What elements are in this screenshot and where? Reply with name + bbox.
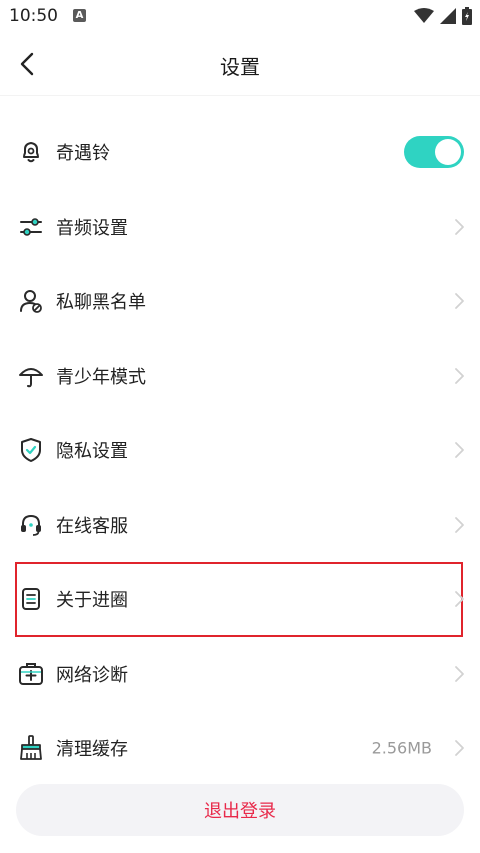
- setting-row-audio[interactable]: 音频设置: [0, 190, 480, 265]
- setting-row-ringtone: 奇遇铃: [0, 115, 480, 190]
- notification-icon: A: [73, 9, 86, 22]
- broom-icon: [20, 735, 42, 761]
- status-time: 10:50: [9, 6, 58, 26]
- setting-label: 隐私设置: [56, 441, 128, 463]
- setting-label: 音频设置: [56, 217, 128, 239]
- signal-icon: [440, 8, 456, 24]
- document-icon: [22, 588, 40, 611]
- setting-row-about[interactable]: 关于进圈: [0, 562, 480, 637]
- setting-label: 私聊黑名单: [56, 292, 146, 314]
- chevron-right-icon: [455, 442, 464, 459]
- bell-icon: [23, 142, 39, 163]
- setting-row-youth-mode[interactable]: 青少年模式: [0, 339, 480, 414]
- chevron-right-icon: [455, 218, 464, 235]
- setting-label: 关于进圈: [56, 590, 128, 612]
- setting-label: 奇遇铃: [56, 143, 110, 165]
- logout-button[interactable]: 退出登录: [16, 784, 464, 836]
- umbrella-icon: [19, 367, 43, 387]
- setting-row-blacklist[interactable]: 私聊黑名单: [0, 264, 480, 339]
- setting-row-clear-cache[interactable]: 清理缓存 2.56MB: [0, 711, 480, 786]
- sliders-icon: [20, 217, 42, 236]
- chevron-right-icon: [455, 367, 464, 384]
- shield-check-icon: [21, 438, 41, 463]
- chevron-right-icon: [455, 293, 464, 310]
- page-title: 设置: [220, 55, 260, 79]
- wifi-icon: [414, 8, 434, 23]
- chevron-right-icon: [455, 591, 464, 608]
- cache-size-value: 2.56MB: [371, 738, 432, 758]
- setting-label: 网络诊断: [56, 664, 128, 686]
- setting-row-privacy[interactable]: 隐私设置: [0, 413, 480, 488]
- status-bar: 10:50 A: [0, 0, 480, 32]
- setting-row-network-diagnosis[interactable]: 网络诊断: [0, 637, 480, 712]
- chevron-right-icon: [455, 516, 464, 533]
- headset-icon: [21, 514, 41, 536]
- setting-label: 在线客服: [56, 515, 128, 537]
- logout-label: 退出登录: [204, 801, 276, 821]
- battery-icon: [462, 7, 472, 25]
- nav-bar: 设置: [0, 32, 480, 96]
- chevron-right-icon: [455, 740, 464, 757]
- medkit-icon: [19, 662, 43, 685]
- chevron-right-icon: [455, 665, 464, 682]
- setting-label: 青少年模式: [56, 366, 146, 388]
- toggle-knob: [435, 139, 461, 166]
- ringtone-toggle[interactable]: [404, 136, 464, 169]
- status-icons: [414, 7, 472, 25]
- setting-row-customer-service[interactable]: 在线客服: [0, 488, 480, 563]
- user-block-icon: [20, 290, 42, 314]
- setting-label: 清理缓存: [56, 739, 128, 761]
- settings-list: 奇遇铃 音频设置 私聊黑名单 青少年模式 隐私设置 在线客服 关于进圈 网络诊断: [0, 115, 480, 786]
